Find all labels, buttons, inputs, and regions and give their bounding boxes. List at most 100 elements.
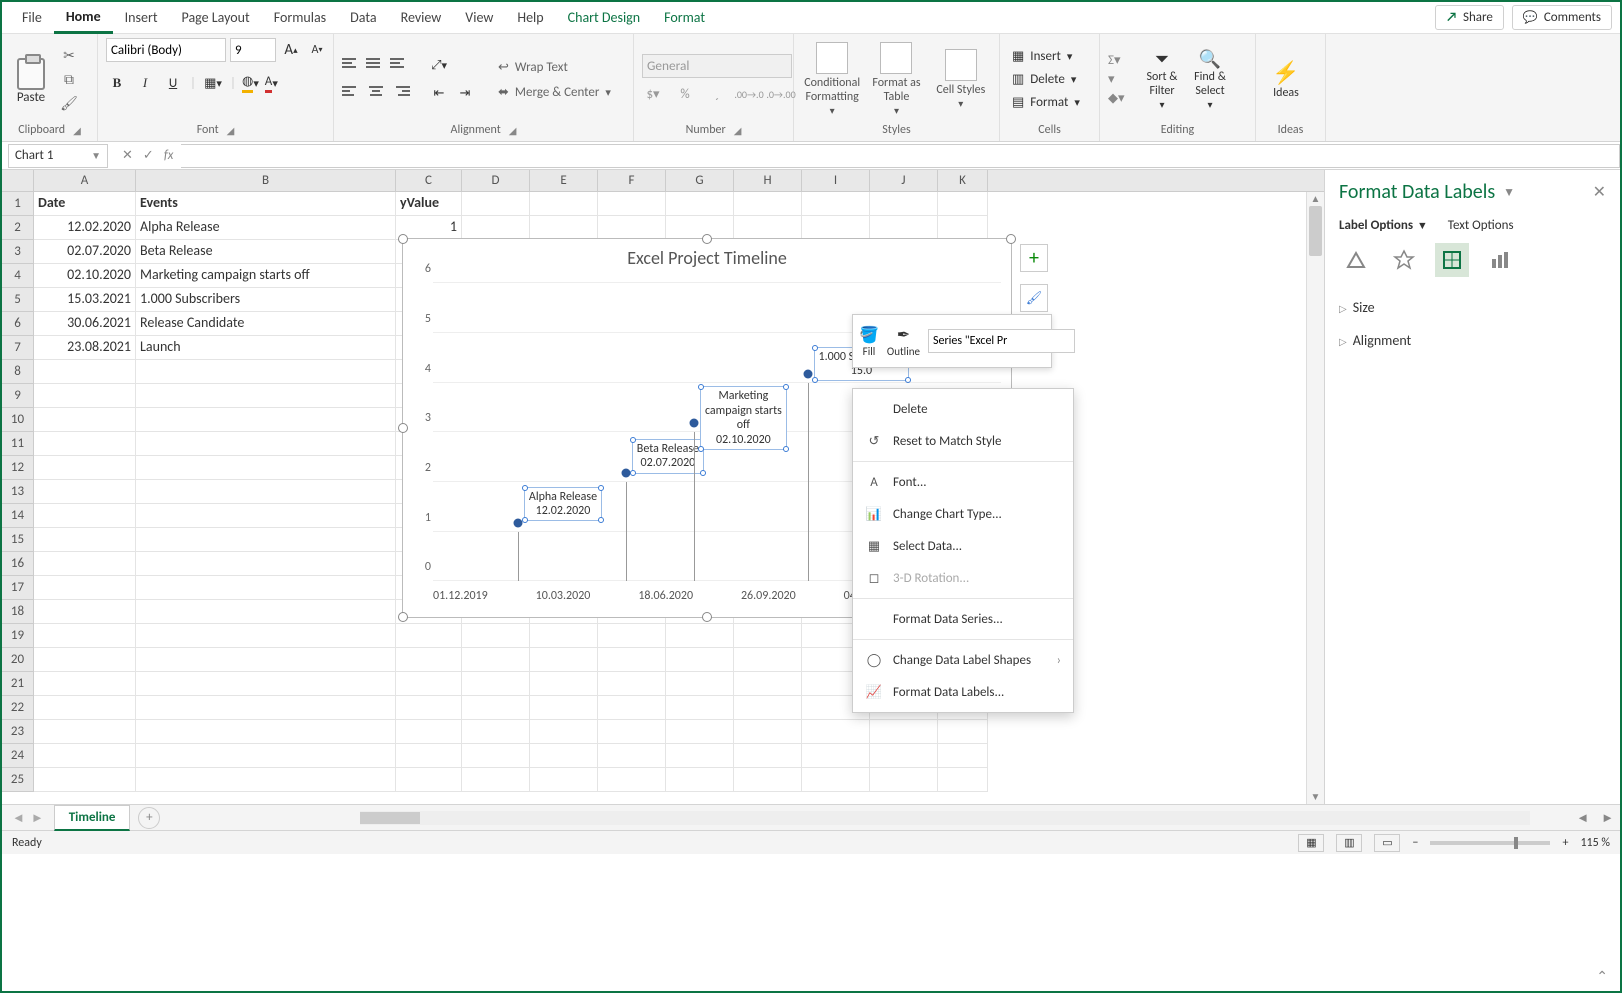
comments-button[interactable]: Comments xyxy=(1512,5,1612,30)
sort-filter-button[interactable]: ⏷ Sort & Filter▾ xyxy=(1140,48,1184,111)
font-color-button[interactable]: A▾ xyxy=(265,74,278,93)
tab-chart-design[interactable]: Chart Design xyxy=(556,3,652,32)
cell[interactable]: 12.02.2020 xyxy=(34,216,136,240)
tab-insert[interactable]: Insert xyxy=(113,3,170,32)
italic-button[interactable]: I xyxy=(134,72,156,94)
cell[interactable] xyxy=(462,768,530,792)
merge-center-button[interactable]: ⬌Merge & Center ▾ xyxy=(492,83,617,102)
wrap-text-button[interactable]: ↩Wrap Text xyxy=(492,58,617,77)
cell[interactable] xyxy=(530,648,598,672)
cell[interactable] xyxy=(462,744,530,768)
cell[interactable] xyxy=(666,720,734,744)
align-center-icon[interactable] xyxy=(366,83,386,99)
cell-styles-button[interactable]: Cell Styles▾ xyxy=(931,49,991,110)
cell[interactable] xyxy=(462,720,530,744)
size-properties-options-icon[interactable] xyxy=(1435,243,1469,277)
cell[interactable]: Date xyxy=(34,192,136,216)
font-name-input[interactable] xyxy=(106,38,226,62)
cell[interactable]: 02.07.2020 xyxy=(34,240,136,264)
cell[interactable] xyxy=(136,624,396,648)
row-header[interactable]: 8 xyxy=(2,360,34,384)
alignment-section-toggle[interactable]: Alignment xyxy=(1339,324,1606,357)
insert-cells-button[interactable]: ▦Insert ▾ xyxy=(1008,47,1084,66)
label-options-tab[interactable]: Label Options ▼ xyxy=(1339,218,1428,233)
decrease-decimal-icon[interactable]: .0→.00 xyxy=(770,84,792,106)
cell[interactable] xyxy=(530,672,598,696)
page-layout-view-icon[interactable]: ▥ xyxy=(1336,834,1362,852)
cm-change-label-shapes[interactable]: ◯Change Data Label Shapes› xyxy=(853,644,1073,676)
cell[interactable] xyxy=(136,720,396,744)
cell[interactable]: Events xyxy=(136,192,396,216)
cell[interactable] xyxy=(396,720,462,744)
cell[interactable] xyxy=(734,624,802,648)
cell[interactable] xyxy=(34,696,136,720)
cell[interactable] xyxy=(396,768,462,792)
cell[interactable] xyxy=(734,696,802,720)
accounting-format-icon[interactable]: $▾ xyxy=(642,84,664,106)
cell[interactable] xyxy=(34,432,136,456)
cell[interactable] xyxy=(666,696,734,720)
cell[interactable] xyxy=(938,192,988,216)
cell[interactable] xyxy=(462,696,530,720)
comma-format-icon[interactable]: ˏ xyxy=(706,84,728,106)
cell[interactable] xyxy=(530,216,598,240)
size-section-toggle[interactable]: Size xyxy=(1339,291,1606,324)
cell[interactable] xyxy=(734,744,802,768)
cell[interactable] xyxy=(136,600,396,624)
scroll-up-arrow-icon[interactable]: ▲ xyxy=(1307,192,1324,206)
cell[interactable] xyxy=(598,768,666,792)
cell[interactable] xyxy=(666,768,734,792)
horizontal-scrollbar[interactable] xyxy=(360,811,1530,825)
row-header[interactable]: 15 xyxy=(2,528,34,552)
column-header[interactable]: H xyxy=(734,170,802,191)
cell[interactable] xyxy=(666,672,734,696)
mini-series-select[interactable] xyxy=(928,329,1075,353)
cell[interactable] xyxy=(938,744,988,768)
data-point[interactable] xyxy=(803,369,812,378)
pane-title-dropdown-icon[interactable]: ▼ xyxy=(1503,185,1515,200)
row-header[interactable]: 21 xyxy=(2,672,34,696)
paste-button[interactable]: Paste xyxy=(10,54,52,105)
sheet-nav-prev-icon[interactable]: ◄ xyxy=(12,810,25,826)
sheet-tab-timeline[interactable]: Timeline xyxy=(54,805,131,831)
cell[interactable] xyxy=(462,216,530,240)
cell[interactable] xyxy=(802,744,870,768)
cell[interactable] xyxy=(136,576,396,600)
find-select-button[interactable]: 🔍 Find & Select▾ xyxy=(1188,48,1232,111)
cell[interactable]: Release Candidate xyxy=(136,312,396,336)
cell[interactable] xyxy=(870,216,938,240)
cell[interactable] xyxy=(530,192,598,216)
cell[interactable] xyxy=(598,672,666,696)
column-header[interactable]: G xyxy=(666,170,734,191)
row-header[interactable]: 25 xyxy=(2,768,34,792)
cell[interactable] xyxy=(396,672,462,696)
bold-button[interactable]: B xyxy=(106,72,128,94)
tab-view[interactable]: View xyxy=(453,3,505,32)
hscroll-right-icon[interactable]: ► xyxy=(1595,810,1620,826)
data-label-beta[interactable]: Beta Release 02.07.2020 xyxy=(632,439,704,474)
cell[interactable] xyxy=(598,216,666,240)
cell[interactable] xyxy=(598,192,666,216)
cell[interactable] xyxy=(598,720,666,744)
select-all-corner[interactable] xyxy=(2,170,34,191)
cell[interactable] xyxy=(136,672,396,696)
increase-font-icon[interactable]: A▴ xyxy=(280,39,302,61)
row-header[interactable]: 10 xyxy=(2,408,34,432)
row-header[interactable]: 11 xyxy=(2,432,34,456)
cm-format-data-labels[interactable]: 📈Format Data Labels... xyxy=(853,676,1073,708)
cell[interactable]: Alpha Release xyxy=(136,216,396,240)
row-header[interactable]: 14 xyxy=(2,504,34,528)
cell[interactable] xyxy=(666,192,734,216)
orientation-icon[interactable]: ⤢▾ xyxy=(428,55,450,77)
cm-select-data[interactable]: ▦Select Data... xyxy=(853,530,1073,562)
cell[interactable]: Beta Release xyxy=(136,240,396,264)
row-header[interactable]: 2 xyxy=(2,216,34,240)
column-header[interactable]: F xyxy=(598,170,666,191)
fill-line-options-icon[interactable] xyxy=(1339,243,1373,277)
cell[interactable] xyxy=(34,576,136,600)
tab-file[interactable]: File xyxy=(10,3,54,32)
hscroll-left-icon[interactable]: ◄ xyxy=(1570,810,1595,826)
row-header[interactable]: 18 xyxy=(2,600,34,624)
cell[interactable] xyxy=(34,408,136,432)
cm-font[interactable]: AFont... xyxy=(853,466,1073,498)
